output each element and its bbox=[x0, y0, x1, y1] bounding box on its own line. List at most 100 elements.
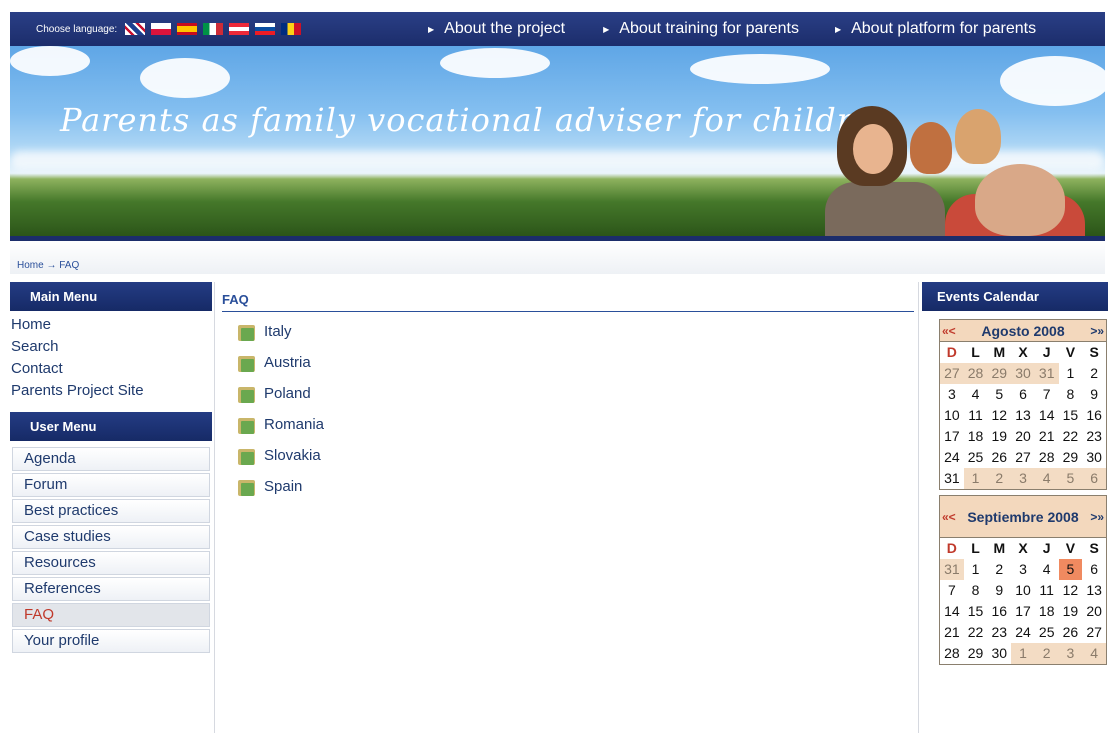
prev-month-button[interactable]: «< bbox=[942, 510, 956, 524]
calendar-day[interactable]: 8 bbox=[1059, 384, 1083, 405]
calendar-day[interactable]: 25 bbox=[1035, 622, 1059, 643]
faq-category-poland[interactable]: Poland bbox=[222, 378, 914, 409]
next-month-button[interactable]: >» bbox=[1090, 510, 1104, 524]
calendar-day[interactable]: 16 bbox=[987, 601, 1011, 622]
calendar-day[interactable]: 30 bbox=[1011, 363, 1035, 384]
calendar-day[interactable]: 24 bbox=[940, 447, 964, 468]
main-menu-item-project-site[interactable]: Parents Project Site bbox=[11, 380, 212, 402]
flag-en-icon[interactable] bbox=[125, 23, 146, 35]
calendar-day[interactable]: 29 bbox=[987, 363, 1012, 384]
calendar-day[interactable]: 10 bbox=[940, 405, 964, 426]
user-menu-item-references[interactable]: References bbox=[12, 577, 210, 601]
main-menu-item-search[interactable]: Search bbox=[11, 336, 212, 358]
calendar-day[interactable]: 29 bbox=[964, 643, 988, 664]
faq-category-austria[interactable]: Austria bbox=[222, 347, 914, 378]
calendar-day[interactable]: 20 bbox=[1082, 601, 1106, 622]
faq-category-italy[interactable]: Italy bbox=[222, 316, 914, 347]
calendar-day[interactable]: 30 bbox=[987, 643, 1011, 664]
calendar-day[interactable]: 22 bbox=[964, 622, 988, 643]
next-month-button[interactable]: >» bbox=[1090, 324, 1104, 338]
calendar-day[interactable]: 4 bbox=[964, 384, 988, 405]
calendar-day[interactable]: 3 bbox=[1011, 468, 1035, 489]
calendar-day[interactable]: 21 bbox=[940, 622, 964, 643]
calendar-day[interactable]: 27 bbox=[940, 363, 964, 384]
calendar-day[interactable]: 10 bbox=[1011, 580, 1035, 601]
faq-category-slovakia[interactable]: Slovakia bbox=[222, 440, 914, 471]
main-menu-item-contact[interactable]: Contact bbox=[11, 358, 212, 380]
calendar-day[interactable]: 11 bbox=[964, 405, 988, 426]
calendar-day[interactable]: 5 bbox=[1058, 468, 1083, 489]
calendar-day[interactable]: 4 bbox=[1034, 468, 1059, 489]
calendar-day[interactable]: 9 bbox=[1082, 384, 1106, 405]
flag-pl-icon[interactable] bbox=[151, 23, 172, 35]
calendar-day[interactable]: 7 bbox=[1035, 384, 1059, 405]
flag-at-icon[interactable] bbox=[229, 23, 250, 35]
user-menu-item-case-studies[interactable]: Case studies bbox=[12, 525, 210, 549]
calendar-day[interactable]: 2 bbox=[987, 559, 1011, 580]
calendar-day[interactable]: 26 bbox=[1059, 622, 1083, 643]
calendar-day[interactable]: 23 bbox=[1082, 426, 1106, 447]
calendar-day[interactable]: 5 bbox=[987, 384, 1011, 405]
calendar-day[interactable]: 28 bbox=[1035, 447, 1059, 468]
category-label[interactable]: Austria bbox=[264, 354, 311, 371]
nav-about-training[interactable]: ▶ About training for parents bbox=[603, 20, 799, 38]
calendar-day[interactable]: 27 bbox=[1011, 447, 1035, 468]
calendar-day[interactable]: 31 bbox=[940, 468, 964, 489]
calendar-day[interactable]: 31 bbox=[1034, 363, 1059, 384]
calendar-day[interactable]: 6 bbox=[1011, 384, 1035, 405]
calendar-day[interactable]: 4 bbox=[1082, 643, 1106, 664]
calendar-day[interactable]: 4 bbox=[1035, 559, 1059, 580]
faq-category-romania[interactable]: Romania bbox=[222, 409, 914, 440]
calendar-day[interactable]: 17 bbox=[1011, 601, 1035, 622]
calendar-day[interactable]: 31 bbox=[940, 559, 964, 580]
calendar-day[interactable]: 26 bbox=[987, 447, 1011, 468]
category-label[interactable]: Italy bbox=[264, 323, 292, 340]
calendar-day[interactable]: 29 bbox=[1059, 447, 1083, 468]
category-label[interactable]: Poland bbox=[264, 385, 311, 402]
calendar-day[interactable]: 2 bbox=[987, 468, 1012, 489]
calendar-day[interactable]: 24 bbox=[1011, 622, 1035, 643]
calendar-day[interactable]: 13 bbox=[1082, 580, 1106, 601]
calendar-day[interactable]: 1 bbox=[964, 559, 988, 580]
calendar-day[interactable]: 23 bbox=[987, 622, 1011, 643]
user-menu-item-your-profile[interactable]: Your profile bbox=[12, 629, 210, 653]
calendar-day[interactable]: 25 bbox=[964, 447, 988, 468]
calendar-day[interactable]: 2 bbox=[1082, 363, 1106, 384]
calendar-day[interactable]: 12 bbox=[987, 405, 1011, 426]
user-menu-item-resources[interactable]: Resources bbox=[12, 551, 210, 575]
calendar-day[interactable]: 21 bbox=[1035, 426, 1059, 447]
calendar-day[interactable]: 15 bbox=[1059, 405, 1083, 426]
user-menu-item-forum[interactable]: Forum bbox=[12, 473, 210, 497]
calendar-day[interactable]: 28 bbox=[940, 643, 964, 664]
calendar-day[interactable]: 18 bbox=[964, 426, 988, 447]
faq-category-spain[interactable]: Spain bbox=[222, 471, 914, 502]
calendar-day[interactable]: 30 bbox=[1082, 447, 1106, 468]
flag-ro-icon[interactable] bbox=[281, 23, 302, 35]
category-label[interactable]: Slovakia bbox=[264, 447, 321, 464]
category-label[interactable]: Romania bbox=[264, 416, 324, 433]
calendar-day[interactable]: 11 bbox=[1035, 580, 1059, 601]
calendar-day[interactable]: 28 bbox=[963, 363, 988, 384]
calendar-day[interactable]: 20 bbox=[1011, 426, 1035, 447]
calendar-day[interactable]: 13 bbox=[1011, 405, 1035, 426]
calendar-day[interactable]: 17 bbox=[940, 426, 964, 447]
calendar-day[interactable]: 9 bbox=[987, 580, 1011, 601]
calendar-day[interactable]: 16 bbox=[1082, 405, 1106, 426]
nav-about-project[interactable]: ▶ About the project bbox=[428, 20, 565, 38]
calendar-day[interactable]: 14 bbox=[940, 601, 964, 622]
flag-es-icon[interactable] bbox=[177, 23, 198, 35]
calendar-day[interactable]: 1 bbox=[1011, 643, 1035, 664]
calendar-day[interactable]: 6 bbox=[1082, 468, 1106, 489]
calendar-day[interactable]: 12 bbox=[1059, 580, 1083, 601]
calendar-day[interactable]: 1 bbox=[963, 468, 988, 489]
prev-month-button[interactable]: «< bbox=[942, 324, 956, 338]
user-menu-item-agenda[interactable]: Agenda bbox=[12, 447, 210, 471]
breadcrumb-text[interactable]: Home → FAQ bbox=[17, 260, 79, 271]
calendar-day[interactable]: 1 bbox=[1059, 363, 1083, 384]
calendar-day[interactable]: 3 bbox=[1011, 559, 1035, 580]
calendar-day[interactable]: 19 bbox=[1059, 601, 1083, 622]
flag-it-icon[interactable] bbox=[203, 23, 224, 35]
calendar-day-highlighted[interactable]: 5 bbox=[1058, 559, 1083, 580]
user-menu-item-best-practices[interactable]: Best practices bbox=[12, 499, 210, 523]
calendar-day[interactable]: 19 bbox=[987, 426, 1011, 447]
